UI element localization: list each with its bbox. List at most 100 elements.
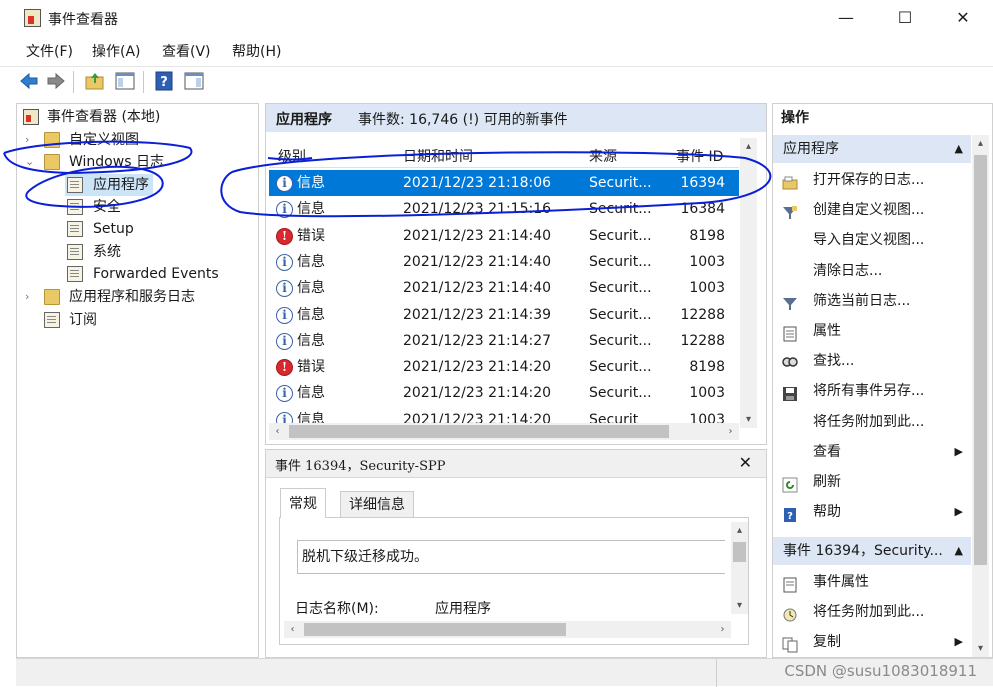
submenu-arrow-icon: ▶	[954, 505, 963, 519]
tab-details[interactable]: 详细信息	[340, 491, 414, 518]
action-label: 将任务附加到此...	[813, 413, 925, 430]
scroll-thumb[interactable]	[304, 623, 566, 636]
menu-help[interactable]: 帮助(H)	[232, 41, 281, 61]
action-item[interactable]: 查看 ▶	[773, 437, 971, 467]
chevron-right-icon[interactable]: ›	[25, 286, 29, 308]
event-row[interactable]: i 信息 2021/12/23 21:14:40 Securit... 1003	[269, 275, 739, 301]
action-item[interactable]: 查找...	[773, 346, 971, 376]
event-id: 12288	[680, 332, 725, 349]
list-vertical-scrollbar[interactable]: ▴ ▾	[740, 138, 757, 428]
event-row[interactable]: i 信息 2021/12/23 21:15:16 Securit... 16384	[269, 196, 739, 222]
event-row[interactable]: ! 错误 2021/12/23 21:14:40 Securit... 8198	[269, 223, 739, 249]
detail-vertical-scrollbar[interactable]: ▴ ▾	[731, 522, 748, 614]
menu-action[interactable]: 操作(A)	[92, 41, 141, 61]
tree-item-security[interactable]: 安全	[65, 196, 121, 218]
tree-item-subscriptions[interactable]: 订阅	[25, 309, 97, 331]
menu-file[interactable]: 文件(F)	[26, 41, 73, 61]
action-item[interactable]: 属性	[773, 316, 971, 346]
back-arrow-icon[interactable]	[18, 70, 40, 92]
tree-item-system[interactable]: 系统	[65, 241, 121, 263]
actions-section-event[interactable]: 事件 16394，Security... ▲	[773, 537, 971, 565]
tree-root[interactable]: 事件查看器 (本地)	[23, 106, 160, 128]
scroll-up-icon[interactable]: ▴	[731, 522, 748, 539]
action-item[interactable]: 创建自定义视图...	[773, 195, 971, 225]
tree-item-label: 应用程序	[93, 177, 149, 193]
detail-horizontal-scrollbar[interactable]: ‹ ›	[284, 621, 731, 638]
actions-section-application[interactable]: 应用程序 ▲	[773, 135, 971, 163]
action-item[interactable]: 刷新	[773, 467, 971, 497]
actions-vertical-scrollbar[interactable]: ▴ ▾	[972, 135, 989, 657]
tree-item-setup[interactable]: Setup	[65, 218, 134, 240]
tree-item-application[interactable]: 应用程序	[65, 174, 153, 196]
action-label: 复制	[813, 634, 841, 651]
event-level: 信息	[297, 175, 325, 191]
event-row[interactable]: i 信息 2021/12/23 21:18:06 Securit... 16394	[269, 170, 739, 196]
up-folder-icon[interactable]	[84, 70, 106, 92]
tree-item-forwarded-events[interactable]: Forwarded Events	[65, 263, 219, 285]
show-hide-action-icon[interactable]	[183, 70, 205, 92]
event-id: 1003	[689, 385, 725, 402]
section-label: 事件 16394，Security...	[783, 543, 943, 559]
column-level[interactable]: 级别	[278, 146, 306, 166]
scroll-right-icon[interactable]: ›	[714, 621, 731, 638]
scroll-left-icon[interactable]: ‹	[284, 621, 301, 638]
tree-item-windows-logs[interactable]: ⌄ Windows 日志	[25, 151, 164, 173]
event-row[interactable]: i 信息 2021/12/23 21:14:40 Securit... 1003	[269, 249, 739, 275]
action-item[interactable]: 事件属性	[773, 567, 971, 597]
action-label: 将所有事件另存...	[813, 383, 925, 400]
action-item[interactable]: ? 帮助 ▶	[773, 497, 971, 527]
action-item[interactable]: 复制 ▶	[773, 627, 971, 657]
scroll-left-icon[interactable]: ‹	[269, 423, 286, 440]
scroll-thumb[interactable]	[974, 155, 987, 565]
scroll-up-icon[interactable]: ▴	[972, 135, 989, 152]
help-icon[interactable]: ?	[153, 70, 175, 92]
info-icon: i	[276, 253, 293, 271]
info-icon: i	[276, 332, 293, 350]
scroll-thumb[interactable]	[733, 542, 746, 562]
show-hide-tree-icon[interactable]	[114, 70, 136, 92]
info-icon: i	[276, 175, 293, 192]
collapse-triangle-icon[interactable]: ▲	[955, 537, 963, 565]
forward-arrow-icon[interactable]	[45, 70, 67, 92]
action-item[interactable]: 筛选当前日志...	[773, 286, 971, 316]
chevron-right-icon[interactable]: ›	[25, 129, 29, 151]
column-datetime[interactable]: 日期和时间	[403, 146, 473, 166]
event-source: Securit...	[589, 359, 652, 376]
chevron-down-icon[interactable]: ⌄	[25, 151, 34, 173]
column-source[interactable]: 来源	[589, 146, 617, 166]
action-item[interactable]: 将所有事件另存...	[773, 376, 971, 406]
detail-title: 事件 16394，Security-SPP	[275, 459, 446, 474]
scroll-down-icon[interactable]: ▾	[740, 411, 757, 428]
action-item[interactable]: 将任务附加到此...	[773, 407, 971, 437]
tree-item-custom-views[interactable]: › 自定义视图	[25, 129, 139, 151]
scroll-right-icon[interactable]: ›	[722, 423, 739, 440]
event-row[interactable]: ! 错误 2021/12/23 21:14:20 Securit... 8198	[269, 354, 739, 380]
event-source: Securit...	[589, 306, 652, 323]
action-item[interactable]: 导入自定义视图...	[773, 225, 971, 255]
event-row[interactable]: i 信息 2021/12/23 21:14:20 Securit... 1003	[269, 380, 739, 406]
collapse-triangle-icon[interactable]: ▲	[955, 135, 963, 163]
scroll-up-icon[interactable]: ▴	[740, 138, 757, 155]
maximize-button[interactable]: ☐	[882, 4, 928, 32]
event-row[interactable]: i 信息 2021/12/23 21:14:39 Securit... 12288	[269, 302, 739, 328]
scroll-thumb[interactable]	[289, 425, 669, 438]
action-item[interactable]: 清除日志...	[773, 256, 971, 286]
close-button[interactable]: ✕	[940, 4, 986, 32]
event-properties-icon	[782, 574, 798, 593]
find-icon	[782, 353, 798, 369]
action-label: 打开保存的日志...	[813, 172, 925, 188]
tree-item-app-service-logs[interactable]: › 应用程序和服务日志	[25, 286, 195, 308]
menu-view[interactable]: 查看(V)	[162, 41, 211, 61]
column-event-id[interactable]: 事件 ID	[676, 146, 723, 166]
minimize-button[interactable]: —	[823, 4, 869, 32]
action-item[interactable]: 打开保存的日志...	[773, 165, 971, 195]
close-icon[interactable]: ✕	[739, 453, 752, 472]
event-row[interactable]: i 信息 2021/12/23 21:14:27 Securit... 12288	[269, 328, 739, 354]
scroll-down-icon[interactable]: ▾	[972, 640, 989, 657]
action-item[interactable]: 将任务附加到此...	[773, 597, 971, 627]
info-icon: i	[276, 385, 293, 403]
scroll-down-icon[interactable]: ▾	[731, 597, 748, 614]
folder-icon	[44, 289, 60, 305]
tab-general[interactable]: 常规	[280, 488, 326, 518]
list-horizontal-scrollbar[interactable]: ‹ ›	[269, 423, 739, 440]
